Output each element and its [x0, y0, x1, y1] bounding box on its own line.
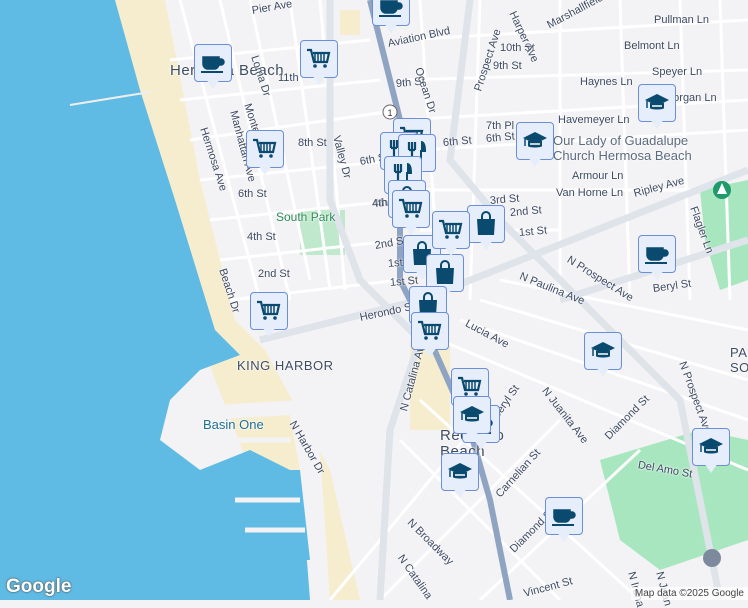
- shopping-bag-icon: [477, 211, 495, 235]
- map-marker[interactable]: [692, 428, 730, 474]
- street-label: Speyer Ln: [652, 66, 703, 78]
- map-attribution[interactable]: Map data ©2025 Google: [630, 587, 748, 600]
- school-icon: [591, 342, 615, 358]
- map-marker[interactable]: [392, 190, 430, 236]
- school-icon: [523, 132, 547, 148]
- street-label: 6th St: [485, 130, 516, 145]
- map-marker[interactable]: [453, 396, 491, 442]
- map-marker[interactable]: [545, 497, 583, 543]
- street-label: 8th St: [298, 137, 327, 149]
- area-label: PA SOU: [730, 345, 748, 375]
- street-label: Pullman Ln: [654, 14, 710, 26]
- school-icon: [645, 94, 669, 110]
- google-logo: Google: [6, 576, 72, 597]
- water-label: Basin One: [203, 417, 264, 432]
- map-marker[interactable]: [432, 211, 470, 257]
- cart-icon: [418, 320, 442, 340]
- street-label: 6th St: [238, 188, 267, 200]
- map-marker[interactable]: [411, 312, 449, 358]
- street-label: 4th St: [247, 231, 276, 243]
- map-marker[interactable]: [300, 40, 338, 86]
- street-label: Belmont Ln: [624, 40, 680, 52]
- coffee-icon: [645, 247, 669, 264]
- cart-icon: [439, 219, 463, 239]
- poi-label: Church Hermosa Beach: [553, 148, 692, 163]
- street-label: Havemeyer Ln: [558, 114, 630, 126]
- svg-text:1: 1: [387, 108, 392, 118]
- coffee-icon: [201, 56, 225, 73]
- map-marker[interactable]: [467, 205, 505, 251]
- map-marker[interactable]: [194, 44, 232, 90]
- map-marker[interactable]: [638, 84, 676, 130]
- cart-icon: [257, 300, 281, 320]
- map-marker[interactable]: [250, 292, 288, 338]
- street-label: 9th St: [493, 60, 522, 72]
- map-canvas[interactable]: 1: [0, 0, 748, 600]
- map-marker[interactable]: [246, 130, 284, 176]
- park-label: South Park: [276, 210, 336, 224]
- map-marker[interactable]: [372, 0, 410, 34]
- area-label: KING HARBOR: [237, 358, 334, 373]
- street-label: 11th: [278, 72, 299, 84]
- map-marker[interactable]: [516, 122, 554, 168]
- map-marker[interactable]: [584, 332, 622, 378]
- cart-icon: [399, 198, 423, 218]
- street-label: 1st St: [518, 224, 548, 239]
- shopping-bag-icon: [436, 260, 454, 284]
- poi-label: Our Lady of Guadalupe: [553, 133, 689, 148]
- school-poi-icon: [703, 549, 721, 567]
- street-label: 6th St: [442, 134, 473, 149]
- street-label: Van Horne Ln: [556, 187, 624, 199]
- coffee-icon: [379, 0, 403, 17]
- map-marker[interactable]: [441, 453, 479, 499]
- school-icon: [448, 463, 472, 479]
- cart-icon: [253, 138, 277, 158]
- coffee-icon: [552, 509, 576, 526]
- school-icon: [460, 406, 484, 422]
- street-label: Haynes Ln: [580, 76, 633, 88]
- cart-icon: [307, 48, 331, 68]
- map-marker[interactable]: [638, 235, 676, 281]
- school-icon: [699, 438, 723, 454]
- street-label: Armour Ln: [572, 170, 624, 182]
- street-label: 2nd St: [258, 268, 290, 280]
